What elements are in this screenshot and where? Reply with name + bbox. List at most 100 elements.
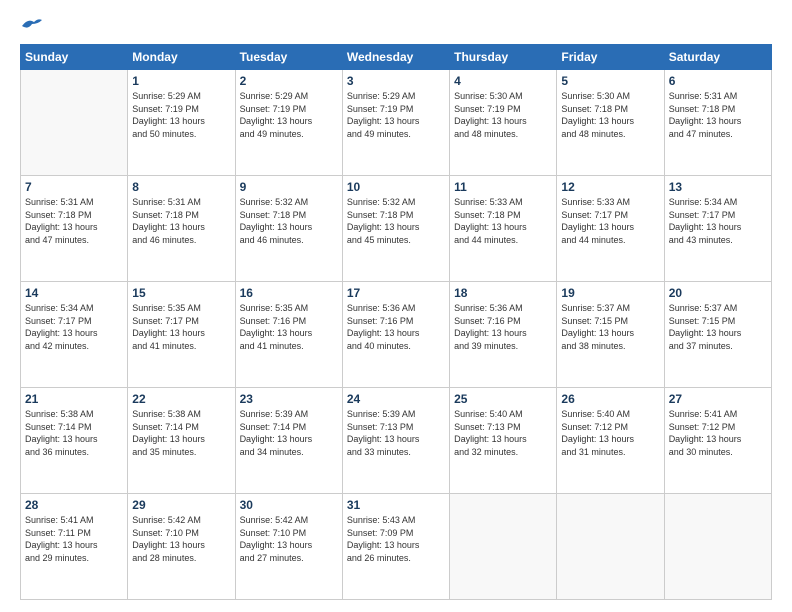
day-number: 9 <box>240 180 338 194</box>
day-info: Sunrise: 5:32 AM Sunset: 7:18 PM Dayligh… <box>240 196 338 246</box>
day-number: 2 <box>240 74 338 88</box>
day-number: 24 <box>347 392 445 406</box>
weekday-tuesday: Tuesday <box>235 45 342 70</box>
day-info: Sunrise: 5:32 AM Sunset: 7:18 PM Dayligh… <box>347 196 445 246</box>
calendar-cell: 2 Sunrise: 5:29 AM Sunset: 7:19 PM Daylig… <box>235 70 342 176</box>
day-info: Sunrise: 5:37 AM Sunset: 7:15 PM Dayligh… <box>561 302 659 352</box>
day-info: Sunrise: 5:40 AM Sunset: 7:12 PM Dayligh… <box>561 408 659 458</box>
calendar-cell: 29 Sunrise: 5:42 AM Sunset: 7:10 PM Dayli… <box>128 494 235 600</box>
day-number: 3 <box>347 74 445 88</box>
day-info: Sunrise: 5:42 AM Sunset: 7:10 PM Dayligh… <box>240 514 338 564</box>
calendar-cell: 22 Sunrise: 5:38 AM Sunset: 7:14 PM Dayli… <box>128 388 235 494</box>
weekday-header-row: SundayMondayTuesdayWednesdayThursdayFrid… <box>21 45 772 70</box>
calendar-cell: 12 Sunrise: 5:33 AM Sunset: 7:17 PM Dayli… <box>557 176 664 282</box>
calendar-cell: 25 Sunrise: 5:40 AM Sunset: 7:13 PM Dayli… <box>450 388 557 494</box>
calendar-cell: 31Sunrise: 5:43 AM Sunset: 7:09 PM Dayli… <box>342 494 449 600</box>
day-info: Sunrise: 5:41 AM Sunset: 7:12 PM Dayligh… <box>669 408 767 458</box>
day-info: Sunrise: 5:39 AM Sunset: 7:13 PM Dayligh… <box>347 408 445 458</box>
day-number: 28 <box>25 498 123 512</box>
calendar-cell <box>664 494 771 600</box>
day-info: Sunrise: 5:37 AM Sunset: 7:15 PM Dayligh… <box>669 302 767 352</box>
calendar-cell: 23 Sunrise: 5:39 AM Sunset: 7:14 PM Dayli… <box>235 388 342 494</box>
day-number: 5 <box>561 74 659 88</box>
day-number: 10 <box>347 180 445 194</box>
day-info: Sunrise: 5:40 AM Sunset: 7:13 PM Dayligh… <box>454 408 552 458</box>
day-number: 20 <box>669 286 767 300</box>
day-number: 30 <box>240 498 338 512</box>
day-info: Sunrise: 5:31 AM Sunset: 7:18 PM Dayligh… <box>25 196 123 246</box>
day-info: Sunrise: 5:31 AM Sunset: 7:18 PM Dayligh… <box>669 90 767 140</box>
calendar-cell: 27 Sunrise: 5:41 AM Sunset: 7:12 PM Dayli… <box>664 388 771 494</box>
page: SundayMondayTuesdayWednesdayThursdayFrid… <box>0 0 792 612</box>
day-number: 15 <box>132 286 230 300</box>
calendar-cell: 30 Sunrise: 5:42 AM Sunset: 7:10 PM Dayli… <box>235 494 342 600</box>
day-number: 26 <box>561 392 659 406</box>
day-info: Sunrise: 5:38 AM Sunset: 7:14 PM Dayligh… <box>132 408 230 458</box>
calendar-cell: 24 Sunrise: 5:39 AM Sunset: 7:13 PM Dayli… <box>342 388 449 494</box>
calendar-cell: 17Sunrise: 5:36 AM Sunset: 7:16 PM Dayli… <box>342 282 449 388</box>
day-number: 12 <box>561 180 659 194</box>
calendar-table: SundayMondayTuesdayWednesdayThursdayFrid… <box>20 44 772 600</box>
day-info: Sunrise: 5:39 AM Sunset: 7:14 PM Dayligh… <box>240 408 338 458</box>
calendar-cell: 15 Sunrise: 5:35 AM Sunset: 7:17 PM Dayli… <box>128 282 235 388</box>
header <box>20 16 772 34</box>
calendar-cell <box>21 70 128 176</box>
day-number: 19 <box>561 286 659 300</box>
day-number: 7 <box>25 180 123 194</box>
weekday-wednesday: Wednesday <box>342 45 449 70</box>
calendar-cell: 14Sunrise: 5:34 AM Sunset: 7:17 PM Dayli… <box>21 282 128 388</box>
day-number: 17 <box>347 286 445 300</box>
calendar-cell: 26 Sunrise: 5:40 AM Sunset: 7:12 PM Dayli… <box>557 388 664 494</box>
weekday-monday: Monday <box>128 45 235 70</box>
day-info: Sunrise: 5:36 AM Sunset: 7:16 PM Dayligh… <box>454 302 552 352</box>
day-number: 23 <box>240 392 338 406</box>
day-number: 25 <box>454 392 552 406</box>
calendar-cell: 5 Sunrise: 5:30 AM Sunset: 7:18 PM Daylig… <box>557 70 664 176</box>
day-info: Sunrise: 5:29 AM Sunset: 7:19 PM Dayligh… <box>240 90 338 140</box>
calendar-cell: 28 Sunrise: 5:41 AM Sunset: 7:11 PM Dayli… <box>21 494 128 600</box>
day-info: Sunrise: 5:38 AM Sunset: 7:14 PM Dayligh… <box>25 408 123 458</box>
calendar-cell: 10 Sunrise: 5:32 AM Sunset: 7:18 PM Dayli… <box>342 176 449 282</box>
day-info: Sunrise: 5:35 AM Sunset: 7:16 PM Dayligh… <box>240 302 338 352</box>
calendar-cell: 4 Sunrise: 5:30 AM Sunset: 7:19 PM Daylig… <box>450 70 557 176</box>
calendar-cell: 18Sunrise: 5:36 AM Sunset: 7:16 PM Dayli… <box>450 282 557 388</box>
calendar-cell: 16Sunrise: 5:35 AM Sunset: 7:16 PM Dayli… <box>235 282 342 388</box>
day-info: Sunrise: 5:29 AM Sunset: 7:19 PM Dayligh… <box>132 90 230 140</box>
day-number: 22 <box>132 392 230 406</box>
day-number: 6 <box>669 74 767 88</box>
day-info: Sunrise: 5:33 AM Sunset: 7:18 PM Dayligh… <box>454 196 552 246</box>
week-row-3: 21 Sunrise: 5:38 AM Sunset: 7:14 PM Dayli… <box>21 388 772 494</box>
calendar-cell: 8 Sunrise: 5:31 AM Sunset: 7:18 PM Daylig… <box>128 176 235 282</box>
week-row-1: 7 Sunrise: 5:31 AM Sunset: 7:18 PM Daylig… <box>21 176 772 282</box>
week-row-0: 1Sunrise: 5:29 AM Sunset: 7:19 PM Daylig… <box>21 70 772 176</box>
day-number: 21 <box>25 392 123 406</box>
day-info: Sunrise: 5:30 AM Sunset: 7:18 PM Dayligh… <box>561 90 659 140</box>
day-number: 13 <box>669 180 767 194</box>
day-info: Sunrise: 5:34 AM Sunset: 7:17 PM Dayligh… <box>669 196 767 246</box>
day-number: 11 <box>454 180 552 194</box>
day-info: Sunrise: 5:33 AM Sunset: 7:17 PM Dayligh… <box>561 196 659 246</box>
calendar-cell: 11 Sunrise: 5:33 AM Sunset: 7:18 PM Dayli… <box>450 176 557 282</box>
day-info: Sunrise: 5:31 AM Sunset: 7:18 PM Dayligh… <box>132 196 230 246</box>
week-row-2: 14Sunrise: 5:34 AM Sunset: 7:17 PM Dayli… <box>21 282 772 388</box>
day-number: 4 <box>454 74 552 88</box>
calendar-cell: 9 Sunrise: 5:32 AM Sunset: 7:18 PM Daylig… <box>235 176 342 282</box>
day-info: Sunrise: 5:42 AM Sunset: 7:10 PM Dayligh… <box>132 514 230 564</box>
calendar-cell <box>557 494 664 600</box>
day-number: 8 <box>132 180 230 194</box>
calendar-cell: 13 Sunrise: 5:34 AM Sunset: 7:17 PM Dayli… <box>664 176 771 282</box>
week-row-4: 28 Sunrise: 5:41 AM Sunset: 7:11 PM Dayli… <box>21 494 772 600</box>
logo-bird-icon <box>20 16 42 34</box>
day-info: Sunrise: 5:30 AM Sunset: 7:19 PM Dayligh… <box>454 90 552 140</box>
weekday-friday: Friday <box>557 45 664 70</box>
weekday-saturday: Saturday <box>664 45 771 70</box>
day-info: Sunrise: 5:41 AM Sunset: 7:11 PM Dayligh… <box>25 514 123 564</box>
day-info: Sunrise: 5:35 AM Sunset: 7:17 PM Dayligh… <box>132 302 230 352</box>
day-number: 31 <box>347 498 445 512</box>
weekday-sunday: Sunday <box>21 45 128 70</box>
day-info: Sunrise: 5:29 AM Sunset: 7:19 PM Dayligh… <box>347 90 445 140</box>
day-info: Sunrise: 5:34 AM Sunset: 7:17 PM Dayligh… <box>25 302 123 352</box>
day-number: 27 <box>669 392 767 406</box>
calendar-cell: 19 Sunrise: 5:37 AM Sunset: 7:15 PM Dayli… <box>557 282 664 388</box>
day-number: 29 <box>132 498 230 512</box>
